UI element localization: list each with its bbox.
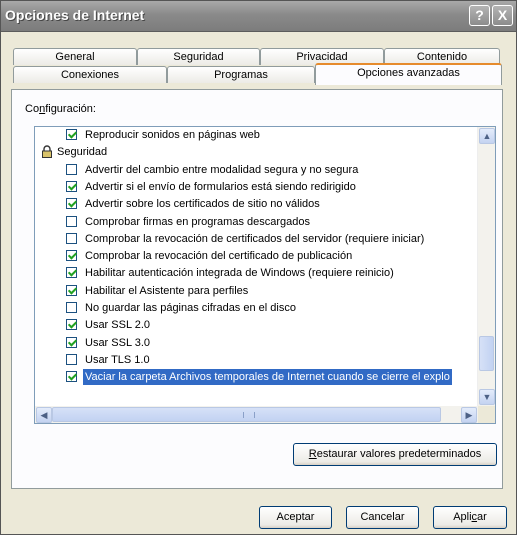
setting-checkbox[interactable]	[66, 215, 77, 227]
settings-label: Configuración:	[25, 103, 96, 115]
scroll-up-button[interactable]: ▲	[479, 128, 495, 144]
scroll-right-button[interactable]: ▶	[461, 407, 477, 423]
horizontal-scrollbar[interactable]: ◀ ▶	[35, 406, 478, 423]
tab-programas[interactable]: Programas	[167, 66, 315, 83]
tab-general[interactable]: General	[13, 48, 137, 65]
setting-label: Advertir sobre los certificados de sitio…	[85, 198, 320, 211]
scroll-down-button[interactable]: ▼	[479, 389, 495, 405]
vertical-scroll-thumb[interactable]	[479, 336, 494, 371]
setting-label: Usar SSL 3.0	[85, 336, 151, 349]
lock-icon	[42, 145, 52, 159]
tab-opciones-avanzadas[interactable]: Opciones avanzadas	[315, 63, 502, 85]
setting-checkbox[interactable]	[66, 284, 77, 296]
setting-label: Habilitar autenticación integrada de Win…	[85, 267, 394, 280]
close-button[interactable]: X	[492, 5, 513, 26]
setting-label: Usar SSL 2.0	[85, 319, 151, 332]
apply-button[interactable]: Aplicar	[433, 506, 507, 529]
setting-label: Advertir del cambio entre modalidad segu…	[85, 163, 359, 176]
setting-label: Vaciar la carpeta Archivos temporales de…	[83, 369, 452, 386]
setting-label: Comprobar firmas en programas descargado…	[85, 215, 310, 228]
setting-label: Advertir si el envío de formularios está…	[85, 180, 356, 193]
internet-options-dialog: Opciones de Internet ? X General Segurid…	[0, 0, 517, 535]
setting-label: Comprobar la revocación del certificado …	[85, 250, 353, 263]
scroll-corner	[478, 406, 495, 423]
setting-checkbox[interactable]	[66, 336, 77, 348]
restore-defaults-button[interactable]: Restaurar valores predeterminados	[293, 443, 497, 466]
setting-label: No guardar las páginas cifradas en el di…	[85, 302, 296, 314]
title-bar[interactable]: Opciones de Internet ? X	[1, 1, 516, 32]
setting-checkbox[interactable]	[66, 353, 77, 365]
cancel-button[interactable]: Cancelar	[346, 506, 419, 529]
setting-checkbox[interactable]	[66, 302, 77, 313]
tab-conexiones[interactable]: Conexiones	[13, 66, 167, 83]
scroll-left-button[interactable]: ◀	[36, 407, 52, 423]
setting-checkbox[interactable]	[66, 319, 77, 331]
setting-checkbox[interactable]	[66, 129, 77, 140]
setting-label: Usar TLS 1.0	[85, 353, 150, 366]
setting-checkbox[interactable]	[66, 371, 77, 383]
setting-label: Comprobar la revocación de certificados …	[85, 232, 425, 245]
tab-seguridad[interactable]: Seguridad	[137, 48, 260, 65]
help-button[interactable]: ?	[469, 5, 490, 26]
setting-label: Reproducir sonidos en páginas web	[85, 129, 260, 141]
group-label: Seguridad	[57, 146, 108, 159]
setting-checkbox[interactable]	[66, 232, 77, 244]
setting-checkbox[interactable]	[66, 198, 77, 210]
settings-list[interactable]: Reproducir sonidos en páginas web Segurid…	[34, 126, 496, 424]
setting-checkbox[interactable]	[66, 250, 77, 262]
setting-checkbox[interactable]	[66, 267, 77, 279]
vertical-scrollbar[interactable]: ▲ ▼	[477, 127, 495, 406]
window-title: Opciones de Internet	[5, 7, 145, 23]
horizontal-scroll-thumb[interactable]	[52, 407, 441, 422]
setting-checkbox[interactable]	[66, 180, 77, 192]
setting-label: Habilitar el Asistente para perfiles	[85, 284, 249, 297]
setting-checkbox[interactable]	[66, 163, 77, 175]
accept-button[interactable]: Aceptar	[259, 506, 332, 529]
